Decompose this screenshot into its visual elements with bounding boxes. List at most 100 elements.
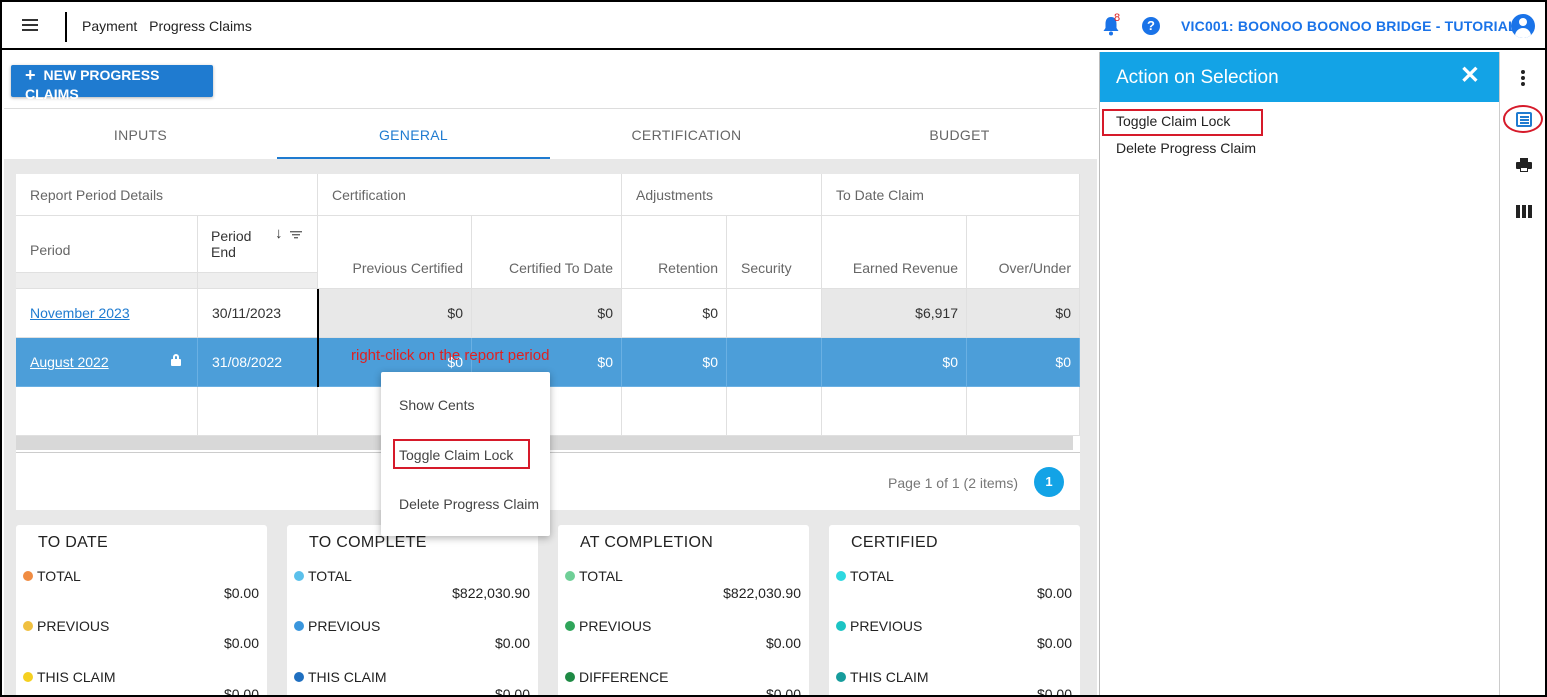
col-header-earned-revenue[interactable]: Earned Revenue: [822, 216, 967, 289]
legend-dot-icon: [23, 672, 33, 682]
col-label-previous-certified: Previous Certified: [352, 260, 464, 276]
card-item-value: $822,030.90: [452, 585, 530, 601]
col-label-security: Security: [741, 260, 792, 276]
card-item-label: PREVIOUS: [565, 618, 651, 634]
col-header-over-under[interactable]: Over/Under: [967, 216, 1080, 289]
legend-dot-icon: [565, 571, 575, 581]
card-item-label: PREVIOUS: [294, 618, 380, 634]
table-row-cell-security: [727, 338, 822, 387]
card-item-label: TOTAL: [294, 568, 352, 584]
card-item-value: $0.00: [223, 686, 259, 697]
group-header-certification: Certification: [318, 174, 622, 216]
legend-dot-icon: [836, 621, 846, 631]
project-selector[interactable]: VIC001: BOONOO BOONOO BRIDGE - TUTORIAL: [1181, 18, 1517, 34]
table-row-cell-period-end: 31/08/2022: [198, 338, 318, 387]
new-progress-claims-button[interactable]: + NEW PROGRESS CLAIMS: [11, 65, 213, 102]
card-title: AT COMPLETION: [580, 534, 714, 551]
legend-dot-icon: [836, 571, 846, 581]
tab-certification[interactable]: CERTIFICATION: [550, 109, 823, 159]
help-icon[interactable]: ?: [1142, 17, 1160, 35]
breadcrumb-item-progress-claims[interactable]: Progress Claims: [149, 18, 252, 34]
card-item-label: DIFFERENCE: [565, 669, 668, 685]
col-header-security[interactable]: Security: [727, 216, 822, 289]
period-link[interactable]: August 2022: [16, 354, 109, 370]
col-label-period: Period: [30, 242, 71, 258]
legend-dot-icon: [565, 621, 575, 631]
panel-title: Action on Selection: [1116, 67, 1279, 88]
group-header-report-period: Report Period Details: [16, 174, 318, 216]
col-header-previous-certified[interactable]: Previous Certified: [318, 216, 472, 289]
breadcrumb-item-payment[interactable]: Payment: [82, 18, 137, 34]
card-item-value: $0.00: [765, 686, 801, 697]
hamburger-menu-icon[interactable]: [22, 19, 38, 31]
action-panel: Action on Selection ✕ Toggle Claim Lock …: [1099, 52, 1500, 695]
card-item-label: TOTAL: [565, 568, 623, 584]
table-row-cell-certified-to-date: $0: [472, 289, 622, 338]
col-header-retention[interactable]: Retention: [622, 216, 727, 289]
card-item-value: $0.00: [1036, 585, 1072, 601]
annotation-text: right-click on the report period: [351, 347, 550, 364]
legend-dot-icon: [294, 672, 304, 682]
empty-cell: [727, 387, 822, 436]
card-item-value: $0.00: [223, 585, 259, 601]
summary-card-to-date: TO DATE TOTAL $0.00 PREVIOUS $0.00 THIS …: [16, 525, 267, 697]
empty-cell: [16, 387, 198, 436]
menu-item-show-cents[interactable]: Show Cents: [399, 397, 474, 413]
close-icon[interactable]: ✕: [1460, 64, 1480, 88]
table-row-cell-previous-certified: $0: [318, 289, 472, 338]
col-header-period[interactable]: Period: [16, 216, 198, 273]
breadcrumb: Payment Progress Claims: [82, 18, 260, 34]
col-label-certified-to-date: Certified To Date: [508, 260, 613, 276]
card-item-value: $0.00: [1036, 635, 1072, 651]
empty-cell: [822, 387, 967, 436]
table-row-cell-retention: $0: [622, 338, 727, 387]
tab-bar: INPUTS GENERAL CERTIFICATION BUDGET: [4, 109, 1097, 159]
card-item-label: THIS CLAIM: [23, 669, 116, 685]
header-divider: [65, 12, 67, 42]
card-item-value: $0.00: [765, 635, 801, 651]
table-row-cell-period[interactable]: August 2022: [16, 338, 198, 387]
menu-item-delete-progress-claim[interactable]: Delete Progress Claim: [399, 496, 539, 512]
print-icon[interactable]: [1516, 158, 1532, 172]
user-avatar-icon[interactable]: [1511, 14, 1535, 38]
sort-desc-icon[interactable]: ↓: [275, 225, 283, 242]
main-content: + NEW PROGRESS CLAIMS INPUTS GENERAL CERT…: [4, 52, 1097, 697]
tab-budget[interactable]: BUDGET: [823, 109, 1096, 159]
filter-row-period-end: [198, 273, 318, 289]
plus-icon: +: [25, 65, 36, 85]
col-header-certified-to-date[interactable]: Certified To Date: [472, 216, 622, 289]
more-icon[interactable]: [1521, 70, 1525, 88]
action-row: + NEW PROGRESS CLAIMS: [4, 52, 1097, 109]
period-link[interactable]: November 2023: [16, 305, 130, 321]
table-row-cell-retention: $0: [622, 289, 727, 338]
col-label-period-end: Period End: [211, 228, 252, 260]
highlight-box: [393, 439, 530, 469]
panel-item-delete-progress-claim[interactable]: Delete Progress Claim: [1116, 140, 1256, 156]
panel-header: Action on Selection ✕: [1100, 52, 1500, 102]
card-item-value: $822,030.90: [723, 585, 801, 601]
card-item-label: TOTAL: [23, 568, 81, 584]
frozen-column-divider: [317, 289, 319, 387]
card-item-label: TOTAL: [836, 568, 894, 584]
filter-row-period: [16, 273, 198, 289]
filter-icon[interactable]: [290, 231, 302, 239]
columns-icon[interactable]: [1516, 205, 1532, 218]
table-row-cell-security: [727, 289, 822, 338]
page-1-button[interactable]: 1: [1034, 467, 1064, 497]
card-title: TO DATE: [38, 534, 108, 551]
legend-dot-icon: [23, 571, 33, 581]
top-bar: Payment Progress Claims 8 ? VIC001: BOON…: [2, 2, 1545, 50]
tab-inputs[interactable]: INPUTS: [4, 109, 277, 159]
group-header-adjustments: Adjustments: [622, 174, 822, 216]
col-header-period-end[interactable]: Period End ↓: [198, 216, 318, 273]
tab-general[interactable]: GENERAL: [277, 109, 550, 159]
col-label-retention: Retention: [658, 260, 718, 276]
card-title: CERTIFIED: [851, 534, 938, 551]
card-item-label: PREVIOUS: [836, 618, 922, 634]
summary-card-certified: CERTIFIED TOTAL $0.00 PREVIOUS $0.00 THI…: [829, 525, 1080, 697]
empty-cell: [198, 387, 318, 436]
table-row-cell-earned-revenue: $6,917: [822, 289, 967, 338]
table-row-cell-period[interactable]: November 2023: [16, 289, 198, 338]
card-item-value: $0.00: [1036, 686, 1072, 697]
card-item-value: $0.00: [494, 635, 530, 651]
